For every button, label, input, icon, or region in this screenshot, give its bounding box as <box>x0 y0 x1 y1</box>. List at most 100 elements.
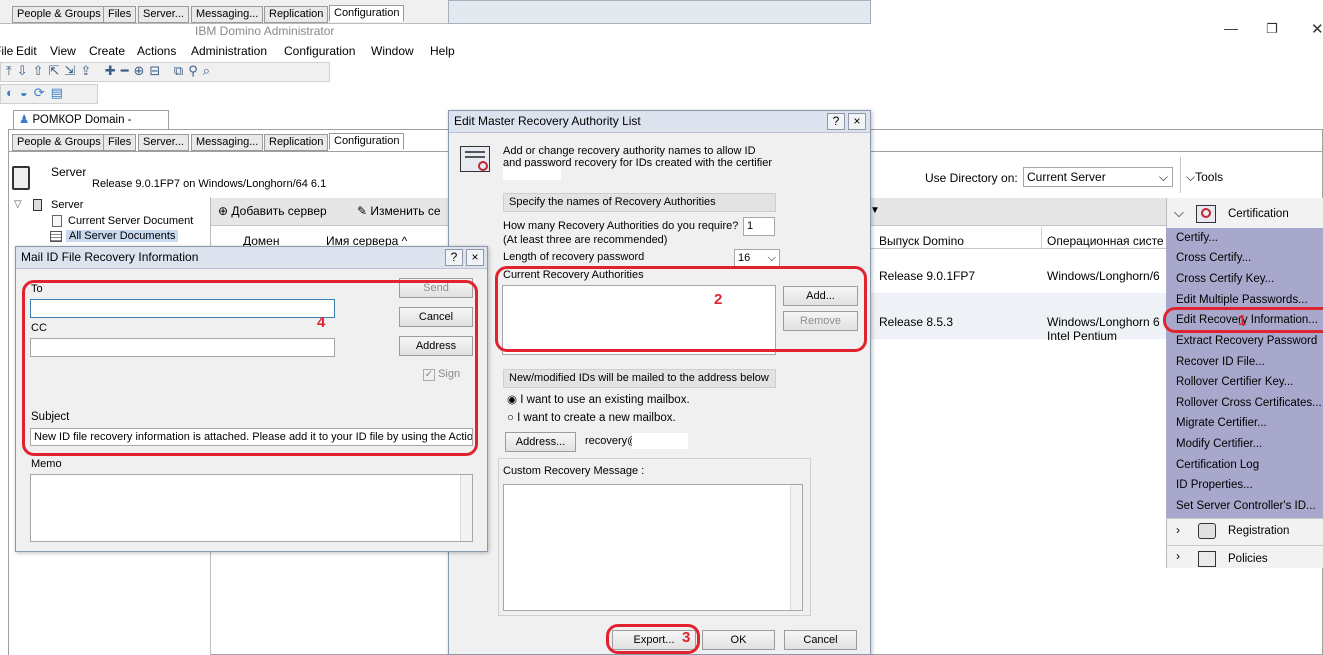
master-dialog-close-button[interactable]: × <box>848 113 866 130</box>
menu-edit[interactable]: Edit <box>16 44 37 58</box>
bg-tab-server[interactable]: Server... <box>138 6 189 23</box>
restore-icon[interactable]: ❐ <box>1266 21 1278 37</box>
radio-empty-icon: ○ <box>507 412 514 424</box>
close-window-icon[interactable]: ✕ <box>1311 20 1323 38</box>
radio-existing-mailbox[interactable]: ◉ I want to use an existing mailbox. <box>507 392 690 406</box>
master-cancel-button[interactable]: Cancel <box>784 630 857 650</box>
row-2-release: Release 8.5.3 <box>879 315 954 329</box>
policies-header[interactable]: › Policies <box>1166 545 1323 568</box>
toolbar-dropdown-icon[interactable]: ▼ <box>870 205 880 216</box>
how-many-hint: (At least three are recommended) <box>503 234 668 246</box>
menu-file[interactable]: File <box>0 44 13 58</box>
memo-scrollbar[interactable] <box>460 475 472 541</box>
menu-actions[interactable]: Actions <box>137 44 176 58</box>
chevron-down-icon: ⌵ <box>1174 205 1184 220</box>
chevron-down-icon: ⌵ <box>767 252 776 264</box>
menu-window[interactable]: Window <box>371 44 414 58</box>
add-server-button[interactable]: ⊕ Добавить сервер <box>218 204 327 218</box>
tree-item-current[interactable]: Current Server Document <box>68 215 193 227</box>
tab-configuration[interactable]: Configuration <box>329 133 405 150</box>
cert-cross-certify[interactable]: Cross Certify... <box>1176 252 1251 264</box>
tab-people[interactable]: People & Groups <box>12 134 106 151</box>
tab-server[interactable]: Server... <box>138 134 189 151</box>
use-directory-label: Use Directory on: <box>925 171 1018 185</box>
mail-dialog-help-button[interactable]: ? <box>445 249 463 266</box>
bg-tab-people[interactable]: People & Groups <box>12 6 106 23</box>
annotation-box-4 <box>22 280 478 456</box>
certification-header[interactable]: ⌵ Certification <box>1166 202 1323 228</box>
server-name-redacted <box>86 163 192 179</box>
custom-message-scrollbar[interactable] <box>790 485 802 610</box>
cert-set-server-controller-id[interactable]: Set Server Controller's ID... <box>1176 500 1316 512</box>
tab-messaging[interactable]: Messaging... <box>191 134 264 151</box>
tree-item-all-selected[interactable]: All Server Documents <box>66 230 179 242</box>
menu-create[interactable]: Create <box>89 44 125 58</box>
annotation-number-1: 1 <box>1238 312 1247 329</box>
cert-certify[interactable]: Certify... <box>1176 232 1218 244</box>
annotation-number-3: 3 <box>682 629 691 646</box>
cert-cross-certify-key[interactable]: Cross Certify Key... <box>1176 273 1274 285</box>
server-label: Server <box>51 165 87 179</box>
master-dialog-help-button[interactable]: ? <box>827 113 845 130</box>
use-directory-select[interactable]: Current Server ⌵ <box>1023 167 1173 187</box>
certificate-icon <box>1196 205 1216 223</box>
menu-view[interactable]: View <box>50 44 76 58</box>
tree-server-icon <box>33 199 42 211</box>
cert-extract-recovery-password[interactable]: Extract Recovery Password <box>1176 335 1317 347</box>
edit-icon: ✎ <box>357 204 368 218</box>
master-ok-button[interactable]: OK <box>702 630 775 650</box>
column-os[interactable]: Операционная систе <box>1047 234 1164 248</box>
chevron-down-icon: ⌵ <box>1158 170 1168 184</box>
radio-new-mailbox[interactable]: ○ I want to create a new mailbox. <box>507 412 676 424</box>
toolbar-icons-1[interactable]: ⤒⇩⇧⇱⇲⇪ ✚━⊕⊟ ⧉⚲⌕ <box>6 63 215 79</box>
server-icon <box>12 166 30 190</box>
add-server-icon: ⊕ <box>218 204 229 218</box>
registration-header[interactable]: › Registration <box>1166 518 1323 544</box>
bg-tab-files[interactable]: Files <box>103 6 137 23</box>
cert-certification-log[interactable]: Certification Log <box>1176 459 1259 471</box>
bg-tab-configuration[interactable]: Configuration <box>329 5 405 22</box>
menu-configuration[interactable]: Configuration <box>284 44 355 58</box>
tools-menu[interactable]: ⌵Tools <box>1186 170 1223 185</box>
tree-expand-icon[interactable]: ▽ <box>14 199 22 210</box>
chevron-down-icon: ⌵ <box>1186 170 1196 184</box>
minimize-icon[interactable]: — <box>1224 20 1238 36</box>
how-many-input[interactable]: 1 <box>743 217 775 236</box>
policies-icon <box>1198 551 1216 567</box>
tab-replication[interactable]: Replication <box>264 134 329 151</box>
cert-rollover-certifier-key[interactable]: Rollover Certifier Key... <box>1176 376 1293 388</box>
bg-tab-replication[interactable]: Replication <box>264 6 329 23</box>
row-1-os: Windows/Longhorn/6 <box>1047 269 1160 283</box>
custom-message-textarea[interactable] <box>503 484 803 611</box>
radio-selected-icon: ◉ <box>507 394 518 406</box>
cert-rollover-cross-certificates[interactable]: Rollover Cross Certificates... <box>1176 397 1322 409</box>
cert-edit-multiple-passwords[interactable]: Edit Multiple Passwords... <box>1176 294 1308 306</box>
chevron-right-icon: › <box>1176 523 1180 537</box>
column-domino-release[interactable]: Выпуск Domino <box>879 234 964 248</box>
mail-dialog-close-button[interactable]: × <box>466 249 484 266</box>
edit-server-button[interactable]: ✎ Изменить се <box>357 204 441 218</box>
bg-tab-messaging[interactable]: Messaging... <box>191 6 264 23</box>
cert-migrate-certifier[interactable]: Migrate Certifier... <box>1176 417 1267 429</box>
toolbar-icons-2[interactable]: ◐◒⟳▤ <box>6 85 69 101</box>
custom-message-label: Custom Recovery Message : <box>503 465 645 477</box>
domain-tab[interactable]: ♟ РОМКОР Domain - ezop... <box>13 110 169 145</box>
tree-root[interactable]: Server <box>51 199 83 211</box>
length-select[interactable]: 16 ⌵ <box>734 249 780 267</box>
master-address-button[interactable]: Address... <box>505 432 576 452</box>
address-domain-redacted <box>632 433 688 449</box>
tab-files[interactable]: Files <box>103 134 137 151</box>
cert-id-properties[interactable]: ID Properties... <box>1176 479 1253 491</box>
memo-textarea[interactable] <box>30 474 473 542</box>
menu-help[interactable]: Help <box>430 44 455 58</box>
cert-recover-id-file[interactable]: Recover ID File... <box>1176 356 1265 368</box>
cert-modify-certifier[interactable]: Modify Certifier... <box>1176 438 1262 450</box>
annotation-number-2: 2 <box>714 291 723 308</box>
memo-label: Memo <box>31 458 62 470</box>
length-label: Length of recovery password <box>503 251 645 263</box>
specify-authorities-header: Specify the names of Recovery Authoritie… <box>503 193 776 212</box>
server-release: Release 9.0.1FP7 on Windows/Longhorn/64 … <box>92 178 327 190</box>
bg-dialog-edge <box>448 0 871 24</box>
row-2-os2: Intel Pentium <box>1047 329 1118 343</box>
menu-administration[interactable]: Administration <box>191 44 267 58</box>
